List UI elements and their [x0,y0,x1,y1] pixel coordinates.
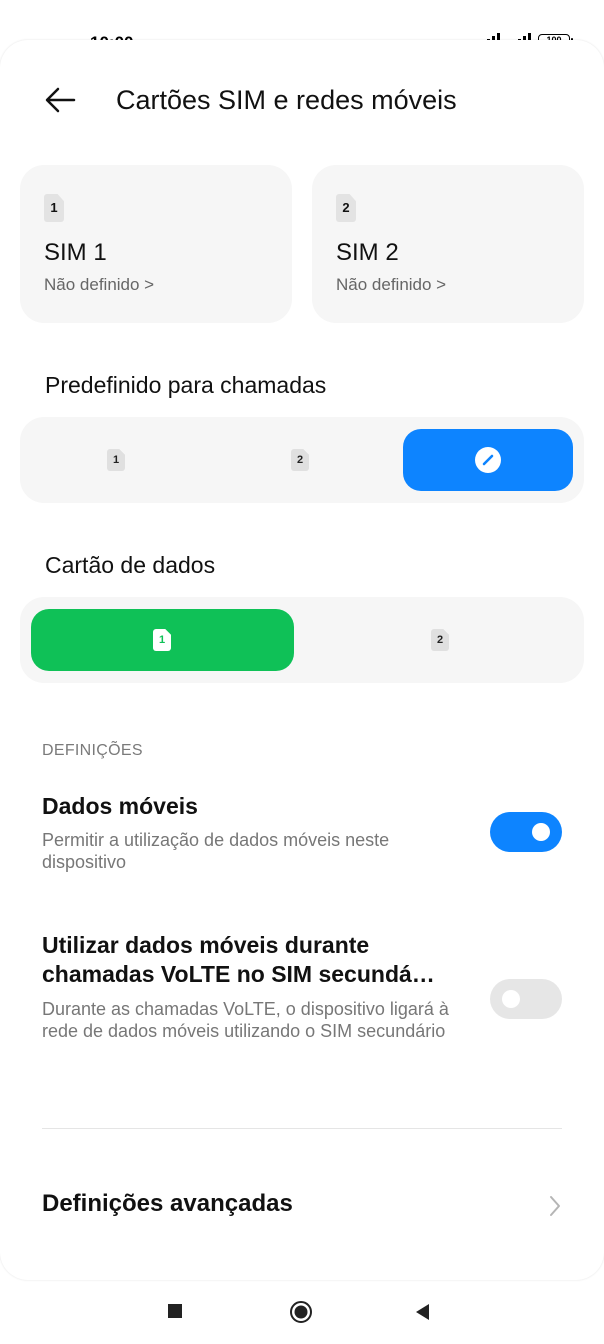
volte-subtitle: Durante as chamadas VoLTE, o dispositivo… [42,999,449,1041]
advanced-settings-row[interactable]: Definições avançadas [0,1168,604,1244]
mobile-data-title: Dados móveis [42,793,198,819]
sim-card-1[interactable]: 1 SIM 1 Não definido > [20,165,292,323]
back-arrow-icon[interactable] [44,85,78,115]
calls-option-sim1[interactable]: 1 [30,429,204,491]
calls-option-sim2[interactable]: 2 [218,429,392,491]
sim-1-name: SIM 1 [44,239,107,266]
settings-section-header: DEFINIÇÕES [42,742,143,759]
calls-option-ask[interactable] [403,429,573,491]
divider [42,1128,562,1129]
toggle-knob [502,990,520,1008]
data-card-segmented-control: 1 2 [20,597,584,683]
volte-title: Utilizar dados móveis durante chamadas V… [42,932,435,987]
data-card-label: Cartão de dados [45,552,216,578]
mobile-data-toggle[interactable] [490,812,562,852]
sim-1-badge: 1 [44,194,64,222]
volte-toggle[interactable] [490,979,562,1019]
chevron-right-icon [550,1196,560,1216]
pencil-icon [482,454,494,466]
sim-2-status: Não definido > [336,275,447,294]
data-option-sim1[interactable]: 1 [31,609,294,671]
data-sim1-badge: 1 [153,629,171,651]
calls-sim2-badge: 2 [291,449,309,471]
calls-sim1-badge: 1 [107,449,125,471]
page-title: Cartões SIM e redes móveis [116,85,457,115]
advanced-settings-label: Definições avançadas [42,1190,293,1217]
mobile-data-subtitle: Permitir a utilização de dados móveis ne… [42,830,390,872]
sim-2-badge: 2 [336,194,356,222]
navigation-bar [0,1280,604,1344]
sim-2-name: SIM 2 [336,239,399,266]
recents-square-icon[interactable] [167,1303,183,1319]
home-circle-icon[interactable] [289,1300,313,1324]
calls-default-label: Predefinido para chamadas [45,372,327,398]
sim-1-status: Não definido > [44,275,155,294]
toggle-knob [532,823,550,841]
sim-card-2[interactable]: 2 SIM 2 Não definido > [312,165,584,323]
back-triangle-icon[interactable] [414,1302,432,1322]
data-sim2-badge: 2 [431,629,449,651]
data-option-sim2[interactable]: 2 [310,609,573,671]
edit-icon [475,447,501,473]
calls-segmented-control: 1 2 [20,417,584,503]
